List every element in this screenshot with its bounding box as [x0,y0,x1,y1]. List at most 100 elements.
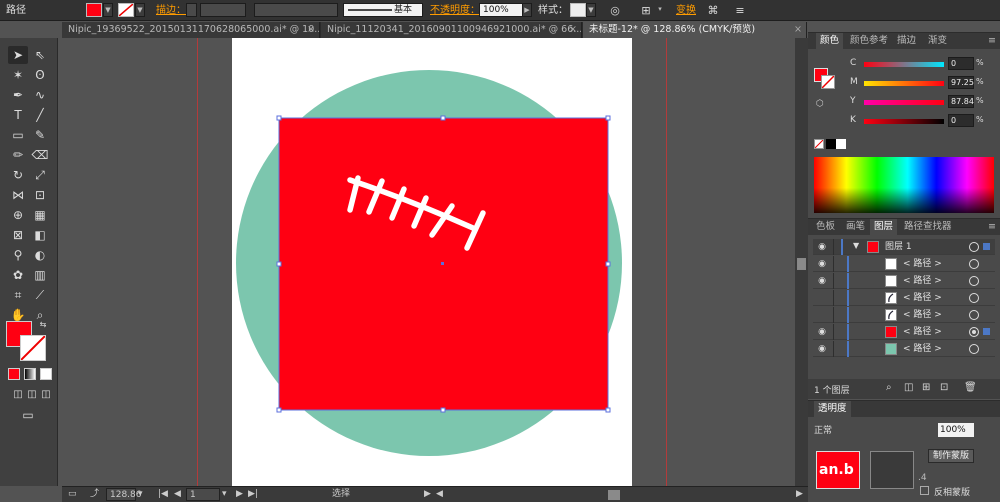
symbol-sprayer-tool-icon[interactable]: ✿ [8,266,28,284]
tab-document-3[interactable]: 未标题-12* @ 128.86% (CMYK/预览) × [583,22,807,38]
recolor-artwork-icon[interactable]: ◎ [607,3,623,18]
scroll-left-icon[interactable]: ◀ [436,488,443,501]
tab-document-2[interactable]: Nipic_11120341_20160901100946921000.ai* … [321,22,582,38]
make-clipping-mask-icon[interactable]: ◫ [904,382,913,393]
new-layer-icon[interactable]: ⊡ [940,382,948,393]
prev-artboard-icon[interactable]: ◀ [174,488,181,501]
first-artboard-icon[interactable]: |◀ [158,488,168,501]
path-name[interactable]: < 路径 > [903,326,942,338]
path-name[interactable]: < 路径 > [903,292,942,304]
visibility-eye-icon[interactable]: ◉ [815,343,829,355]
pen-tool-icon[interactable]: ✒ [8,86,28,104]
path-name[interactable]: < 路径 > [903,343,942,355]
sublayer-row[interactable]: < 路径 > [813,290,995,306]
rotate-tool-icon[interactable]: ↻ [8,166,28,184]
slider-m-track[interactable] [864,81,944,86]
align-icon[interactable]: ⊞ [638,3,654,18]
tab-color[interactable]: 颜色 [816,33,844,49]
artboard-number-field[interactable]: 1 [186,488,220,501]
style-dropdown-icon[interactable]: ▼ [586,3,596,17]
path-name[interactable]: < 路径 > [903,309,942,321]
visibility-eye-icon[interactable]: ◉ [815,326,829,338]
tab-color-guide[interactable]: 颜色参考 [846,33,892,49]
visibility-eye-icon[interactable]: ◉ [815,241,829,253]
tab-document-1[interactable]: Nipic_19369522_20150131170628065000.ai* … [62,22,320,38]
share-icon[interactable]: ⤴ [90,488,99,501]
invert-mask-checkbox[interactable] [920,486,929,495]
object-thumbnail[interactable]: an.b [816,451,860,489]
style-swatch[interactable] [570,3,586,17]
path-name[interactable]: < 路径 > [903,275,942,287]
target-circle-icon[interactable] [969,327,979,337]
curvature-tool-icon[interactable]: ∿ [30,86,50,104]
pencil-tool-icon[interactable]: ✏ [8,146,28,164]
tab-layers[interactable]: 图层 [870,219,898,235]
sublayer-row-selected[interactable]: ◉ < 路径 > [813,324,995,340]
color-mode-button[interactable] [8,368,20,380]
slice-tool-icon[interactable]: ⟋ [30,286,50,304]
stroke-swatch[interactable] [118,3,134,17]
align-dropdown-icon[interactable]: ▾ [655,3,665,17]
lasso-tool-icon[interactable]: ʘ [30,66,50,84]
slider-y[interactable]: Y 87.84 % [808,93,1000,111]
target-circle-icon[interactable] [969,242,979,252]
slider-c-value[interactable]: 0 [948,57,974,70]
opacity-label[interactable]: 不透明度： [430,0,480,21]
locate-object-icon[interactable]: ⌕ [886,382,892,393]
slider-c[interactable]: C 0 % [808,55,1000,73]
fill-dropdown-icon[interactable]: ▼ [103,3,113,17]
variable-width-profile[interactable] [254,3,338,17]
close-icon[interactable]: × [794,22,802,38]
make-mask-button[interactable]: 制作蒙版 [928,449,974,463]
shape-builder-tool-icon[interactable]: ⊕ [8,206,28,224]
status-menu-icon[interactable]: ▶ [424,488,431,501]
rectangle-tool-icon[interactable]: ▭ [8,126,28,144]
slider-c-track[interactable] [864,62,944,67]
magic-wand-tool-icon[interactable]: ✶ [8,66,28,84]
layer-name[interactable]: 图层 1 [885,241,912,253]
layer-row-1[interactable]: ◉ ▼ 图层 1 [813,239,995,255]
panel-menu-icon[interactable]: ≡ [732,3,748,18]
tab-swatches[interactable]: 色板 [812,219,839,235]
slider-y-track[interactable] [864,100,944,105]
tab-gradient[interactable]: 渐变 [924,33,951,49]
tab-brushes[interactable]: 画笔 [842,219,869,235]
target-circle-icon[interactable] [969,310,979,320]
stroke-dropdown-icon[interactable]: ▼ [135,3,145,17]
transform-link[interactable]: 变换 [676,0,696,21]
none-mode-button[interactable] [40,368,52,380]
free-transform-tool-icon[interactable]: ⊡ [30,186,50,204]
sublayer-row[interactable]: ◉ < 路径 > [813,341,995,357]
isolate-icon[interactable]: ⌘ [705,3,721,18]
visibility-eye-icon[interactable]: ◉ [815,275,829,287]
eyedropper-tool-icon[interactable]: ⚲ [8,246,28,264]
brush-definition-field[interactable]: 基本 [343,3,423,17]
target-circle-icon[interactable] [969,276,979,286]
scrollbar-thumb[interactable] [797,258,806,270]
stroke-weight-field[interactable] [200,3,246,17]
artboard-nav-icon[interactable]: ▭ [68,488,77,501]
slider-k[interactable]: K 0 % [808,112,1000,130]
zoom-field[interactable]: 128.86 [106,488,142,501]
canvas-area[interactable] [60,38,795,486]
visibility-eye-icon[interactable]: ◉ [815,258,829,270]
last-artboard-icon[interactable]: ▶| [248,488,258,501]
sublayer-row[interactable]: ◉ < 路径 > [813,256,995,272]
stroke-label[interactable]: 描边： [156,0,186,21]
target-circle-icon[interactable] [969,344,979,354]
opacity-field[interactable]: 100% [479,3,523,17]
zoom-dropdown-icon[interactable]: ▾ [138,488,143,501]
sublayer-row[interactable]: ◉ < 路径 > [813,273,995,289]
path-name[interactable]: < 路径 > [903,258,942,270]
blend-mode-dropdown[interactable]: 正常 [814,423,874,437]
artwork-layer[interactable] [60,38,795,486]
selection-tool-icon[interactable]: ➤ [8,46,28,64]
delete-layer-icon[interactable]: 🗑 [964,382,977,393]
slider-k-value[interactable]: 0 [948,114,974,127]
direct-selection-tool-icon[interactable]: ⇖ [30,46,50,64]
perspective-grid-tool-icon[interactable]: ▦ [30,206,50,224]
screen-mode-icon[interactable]: ▭ [18,406,38,424]
scroll-right-icon[interactable]: ▶ [796,488,803,501]
gradient-mode-button[interactable] [24,368,36,380]
black-swatch[interactable] [826,139,836,149]
